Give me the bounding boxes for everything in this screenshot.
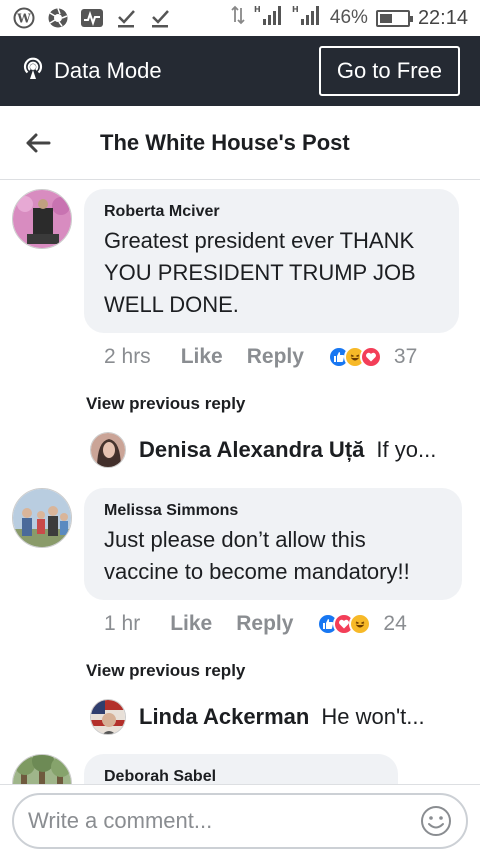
svg-text:H: H — [254, 5, 261, 14]
comment-author[interactable]: Deborah Sabel — [104, 768, 378, 784]
comment: Roberta Mciver Greatest president ever T… — [12, 189, 459, 333]
avatar[interactable] — [90, 432, 126, 468]
comment-text: Just please don’t allow this vaccine to … — [104, 527, 410, 584]
go-to-free-button[interactable]: Go to Free — [318, 46, 460, 96]
comment-actions: 1 hr Like Reply 24 — [104, 612, 407, 636]
broadcast-icon — [20, 55, 46, 87]
data-mode-label: Data Mode — [54, 58, 162, 83]
avatar[interactable] — [12, 189, 72, 249]
signal-icon-1: H — [254, 4, 284, 32]
data-transfer-icon — [230, 5, 246, 31]
comment-actions: 2 hrs Like Reply 37 — [104, 345, 417, 369]
reaction-icons[interactable] — [327, 346, 382, 368]
download-done-icon — [114, 7, 138, 29]
comment-composer — [0, 784, 480, 854]
comment-author[interactable]: Melissa Simmons — [104, 502, 442, 520]
battery-icon — [375, 9, 413, 27]
clock: 22:14 — [417, 6, 468, 29]
emoji-icon[interactable] — [420, 805, 452, 837]
like-button[interactable]: Like — [181, 345, 223, 369]
comment-time[interactable]: 1 hr — [104, 612, 140, 636]
svg-text:W: W — [16, 12, 31, 26]
wordpress-icon: W — [12, 7, 36, 29]
reaction-icons[interactable] — [317, 613, 372, 635]
page-header: The White House's Post — [0, 106, 480, 180]
like-button[interactable]: Like — [170, 612, 212, 636]
activity-icon — [80, 7, 104, 29]
comment-bubble[interactable]: Roberta Mciver Greatest president ever T… — [84, 189, 459, 333]
reply-button[interactable]: Reply — [236, 612, 293, 636]
back-arrow-icon[interactable] — [20, 125, 56, 161]
reply-preview[interactable]: Denisa Alexandra Uță If yo... — [90, 432, 436, 468]
reply-preview[interactable]: Linda Ackerman He won't... — [90, 699, 425, 735]
comment-bubble[interactable]: Melissa Simmons Just please don’t allow … — [84, 488, 462, 600]
reaction-count[interactable]: 24 — [383, 612, 406, 636]
avatar[interactable] — [90, 699, 126, 735]
reply-snippet: If yo... — [376, 437, 437, 462]
comment-bubble[interactable]: Deborah Sabel — [84, 754, 398, 784]
reply-snippet: He won't... — [321, 704, 425, 729]
haha-reaction-icon — [349, 613, 372, 635]
avatar[interactable] — [12, 488, 72, 548]
svg-text:H: H — [292, 5, 299, 14]
comment-input[interactable] — [28, 808, 420, 834]
data-mode-indicator[interactable]: Data Mode — [20, 55, 162, 87]
comments-list[interactable]: Roberta Mciver Greatest president ever T… — [0, 181, 480, 784]
aperture-icon — [46, 7, 70, 29]
page-title: The White House's Post — [100, 129, 350, 155]
signal-icon-2: H — [292, 4, 322, 32]
status-bar: W H H 46% 22:14 — [0, 0, 480, 36]
download-done-icon-2 — [148, 7, 172, 29]
view-previous-reply-link[interactable]: View previous reply — [86, 394, 245, 414]
view-previous-reply-link[interactable]: View previous reply — [86, 661, 245, 681]
comment: Melissa Simmons Just please don’t allow … — [12, 488, 462, 600]
comment: Deborah Sabel — [12, 754, 398, 784]
comment-author[interactable]: Roberta Mciver — [104, 203, 439, 221]
reaction-count[interactable]: 37 — [394, 345, 417, 369]
data-mode-bar: Data Mode Go to Free — [0, 36, 480, 106]
battery-percent: 46% — [329, 7, 368, 28]
reply-author[interactable]: Denisa Alexandra Uță — [139, 437, 364, 463]
avatar[interactable] — [12, 754, 72, 784]
comment-input-wrapper[interactable] — [12, 793, 468, 849]
comment-time[interactable]: 2 hrs — [104, 345, 151, 369]
love-reaction-icon — [359, 346, 382, 368]
reply-button[interactable]: Reply — [247, 345, 304, 369]
reply-author[interactable]: Linda Ackerman — [139, 704, 309, 730]
comment-text: Greatest president ever THANK YOU PRESID… — [104, 228, 416, 317]
